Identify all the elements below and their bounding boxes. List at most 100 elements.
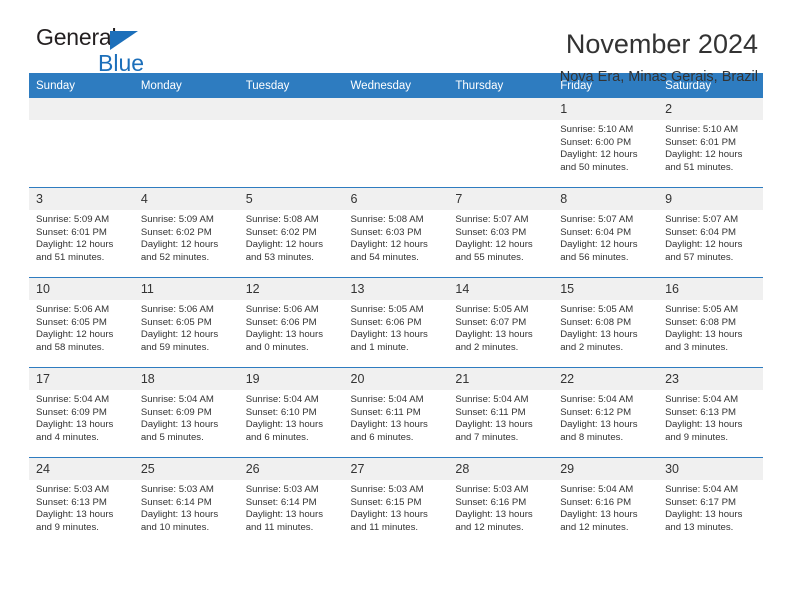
calendar-day-cell[interactable]: 22 Sunrise: 5:04 AM Sunset: 6:12 PM Dayligh…: [553, 367, 659, 458]
sunset-text: Sunset: 6:17 PM: [665, 496, 736, 508]
sunrise-text: Sunrise: 5:03 AM: [36, 484, 110, 495]
sunset-text: Sunset: 6:15 PM: [350, 496, 422, 508]
calendar-day-cell[interactable]: 23 Sunrise: 5:04 AM Sunset: 6:13 PM Dayligh…: [658, 367, 763, 458]
day-number: [29, 98, 134, 120]
day-number: 21: [448, 368, 554, 390]
day-details: Sunrise: 5:10 AM Sunset: 6:00 PM Daylight:…: [553, 120, 658, 174]
day-number: 17: [29, 368, 134, 390]
day-number: 5: [238, 188, 344, 210]
sunrise-text: Sunrise: 5:04 AM: [455, 394, 529, 405]
day-number: 14: [448, 278, 554, 300]
sunset-text: Sunset: 6:06 PM: [245, 316, 317, 328]
calendar-day-cell[interactable]: 10 Sunrise: 5:06 AM Sunset: 6:05 PM Dayligh…: [29, 277, 134, 368]
sunset-text: Sunset: 6:13 PM: [36, 496, 107, 508]
day-number: 30: [658, 458, 763, 480]
calendar-day-cell[interactable]: 5 Sunrise: 5:08 AM Sunset: 6:02 PM Daylight…: [238, 187, 344, 278]
logo-text-general: General: [36, 26, 236, 51]
calendar-day-cell[interactable]: 21 Sunrise: 5:04 AM Sunset: 6:11 PM Dayligh…: [448, 367, 554, 458]
daylight-text: Daylight: 12 hours and 57 minutes.: [665, 239, 743, 263]
day-details: Sunrise: 5:04 AM Sunset: 6:11 PM Daylight:…: [344, 390, 449, 444]
day-number: 4: [133, 188, 239, 210]
day-number: 18: [133, 368, 239, 390]
sunset-text: Sunset: 6:14 PM: [245, 496, 317, 508]
daylight-text: Daylight: 12 hours and 58 minutes.: [36, 329, 114, 353]
daylight-text: Daylight: 13 hours and 8 minutes.: [560, 419, 638, 443]
calendar-day-cell[interactable]: 19 Sunrise: 5:04 AM Sunset: 6:10 PM Dayligh…: [238, 367, 344, 458]
daylight-text: Daylight: 13 hours and 2 minutes.: [455, 329, 533, 353]
day-number: 3: [29, 188, 134, 210]
calendar-day-cell[interactable]: 15 Sunrise: 5:05 AM Sunset: 6:08 PM Dayligh…: [553, 277, 659, 368]
sunset-text: Sunset: 6:10 PM: [245, 406, 317, 418]
day-number: 29: [553, 458, 659, 480]
calendar-day-cell[interactable]: 11 Sunrise: 5:06 AM Sunset: 6:05 PM Dayligh…: [133, 277, 239, 368]
calendar-day-cell[interactable]: 24 Sunrise: 5:03 AM Sunset: 6:13 PM Dayligh…: [29, 457, 134, 547]
calendar-day-cell[interactable]: 7 Sunrise: 5:07 AM Sunset: 6:03 PM Daylight…: [448, 187, 554, 278]
daylight-text: Daylight: 13 hours and 4 minutes.: [36, 419, 114, 443]
calendar-day-cell[interactable]: 30 Sunrise: 5:04 AM Sunset: 6:17 PM Dayligh…: [658, 457, 763, 547]
calendar-day-cell-empty: [343, 98, 449, 188]
sunset-text: Sunset: 6:04 PM: [665, 226, 736, 238]
general-blue-logo[interactable]: General Blue: [36, 26, 236, 78]
sunset-text: Sunset: 6:09 PM: [36, 406, 107, 418]
day-details: Sunrise: 5:04 AM Sunset: 6:09 PM Daylight:…: [29, 390, 134, 444]
day-number: [238, 98, 344, 120]
sunset-text: Sunset: 6:02 PM: [140, 226, 212, 238]
day-number: 28: [448, 458, 554, 480]
calendar-week-row: 17 Sunrise: 5:04 AM Sunset: 6:09 PM Dayligh…: [29, 367, 763, 458]
sunrise-text: Sunrise: 5:04 AM: [560, 484, 634, 495]
sunrise-text: Sunrise: 5:04 AM: [665, 484, 739, 495]
sunset-text: Sunset: 6:08 PM: [665, 316, 736, 328]
calendar-day-cell[interactable]: 25 Sunrise: 5:03 AM Sunset: 6:14 PM Dayligh…: [133, 457, 239, 547]
daylight-text: Daylight: 12 hours and 55 minutes.: [455, 239, 533, 263]
calendar-day-cell-empty: [133, 98, 239, 188]
calendar-day-cell[interactable]: 6 Sunrise: 5:08 AM Sunset: 6:03 PM Daylight…: [343, 187, 449, 278]
day-details: Sunrise: 5:06 AM Sunset: 6:06 PM Daylight:…: [239, 300, 344, 354]
sunset-text: Sunset: 6:08 PM: [560, 316, 632, 328]
calendar-day-cell[interactable]: 12 Sunrise: 5:06 AM Sunset: 6:06 PM Dayligh…: [238, 277, 344, 368]
weekday-header-wednesday: Wednesday: [343, 73, 449, 98]
weekday-header-tuesday: Tuesday: [238, 73, 344, 98]
calendar-day-cell[interactable]: 16 Sunrise: 5:05 AM Sunset: 6:08 PM Dayligh…: [658, 277, 763, 368]
calendar-day-cell[interactable]: 17 Sunrise: 5:04 AM Sunset: 6:09 PM Dayligh…: [29, 367, 134, 458]
sunrise-text: Sunrise: 5:06 AM: [140, 304, 214, 315]
calendar-day-cell[interactable]: 2 Sunrise: 5:10 AM Sunset: 6:01 PM Daylight…: [658, 98, 763, 188]
day-details: Sunrise: 5:07 AM Sunset: 6:04 PM Daylight:…: [658, 210, 763, 264]
day-number: 20: [343, 368, 449, 390]
calendar-day-cell[interactable]: 26 Sunrise: 5:03 AM Sunset: 6:14 PM Dayligh…: [238, 457, 344, 547]
calendar-week-row: 10 Sunrise: 5:06 AM Sunset: 6:05 PM Dayligh…: [29, 277, 763, 368]
weekday-header-thursday: Thursday: [448, 73, 554, 98]
sunset-text: Sunset: 6:03 PM: [350, 226, 422, 238]
day-details: Sunrise: 5:03 AM Sunset: 6:14 PM Daylight:…: [239, 480, 344, 534]
calendar-day-cell[interactable]: 9 Sunrise: 5:07 AM Sunset: 6:04 PM Daylight…: [658, 187, 763, 278]
calendar-day-cell[interactable]: 27 Sunrise: 5:03 AM Sunset: 6:15 PM Dayligh…: [343, 457, 449, 547]
daylight-text: Daylight: 13 hours and 6 minutes.: [245, 419, 324, 443]
day-number: 7: [448, 188, 554, 210]
sunrise-text: Sunrise: 5:06 AM: [245, 304, 319, 315]
day-number: 27: [343, 458, 449, 480]
sunset-text: Sunset: 6:01 PM: [665, 136, 736, 148]
day-details: Sunrise: 5:05 AM Sunset: 6:07 PM Daylight:…: [448, 300, 553, 354]
day-number: 23: [658, 368, 763, 390]
calendar-day-cell[interactable]: 20 Sunrise: 5:04 AM Sunset: 6:11 PM Dayligh…: [343, 367, 449, 458]
calendar-day-cell-empty: [448, 98, 554, 188]
calendar-day-cell[interactable]: 3 Sunrise: 5:09 AM Sunset: 6:01 PM Daylight…: [29, 187, 134, 278]
sunrise-text: Sunrise: 5:03 AM: [245, 484, 319, 495]
calendar-day-cell[interactable]: 4 Sunrise: 5:09 AM Sunset: 6:02 PM Daylight…: [133, 187, 239, 278]
calendar-day-cell[interactable]: 8 Sunrise: 5:07 AM Sunset: 6:04 PM Daylight…: [553, 187, 659, 278]
day-number: [448, 98, 554, 120]
sunset-text: Sunset: 6:09 PM: [140, 406, 212, 418]
day-number: 11: [133, 278, 239, 300]
day-details: Sunrise: 5:04 AM Sunset: 6:12 PM Daylight:…: [553, 390, 658, 444]
calendar-day-cell[interactable]: 28 Sunrise: 5:03 AM Sunset: 6:16 PM Dayligh…: [448, 457, 554, 547]
daylight-text: Daylight: 12 hours and 56 minutes.: [560, 239, 638, 263]
calendar-week-row: 24 Sunrise: 5:03 AM Sunset: 6:13 PM Dayligh…: [29, 457, 763, 547]
daylight-text: Daylight: 13 hours and 2 minutes.: [560, 329, 638, 353]
calendar-day-cell[interactable]: 14 Sunrise: 5:05 AM Sunset: 6:07 PM Dayligh…: [448, 277, 554, 368]
calendar-day-cell[interactable]: 29 Sunrise: 5:04 AM Sunset: 6:16 PM Dayligh…: [553, 457, 659, 547]
calendar-day-cell[interactable]: 18 Sunrise: 5:04 AM Sunset: 6:09 PM Dayligh…: [133, 367, 239, 458]
day-details: Sunrise: 5:03 AM Sunset: 6:16 PM Daylight:…: [448, 480, 553, 534]
sunrise-text: Sunrise: 5:07 AM: [665, 214, 739, 225]
calendar-day-cell[interactable]: 13 Sunrise: 5:05 AM Sunset: 6:06 PM Dayligh…: [343, 277, 449, 368]
calendar-day-cell[interactable]: 1 Sunrise: 5:10 AM Sunset: 6:00 PM Daylight…: [553, 98, 659, 188]
day-number: 25: [133, 458, 239, 480]
